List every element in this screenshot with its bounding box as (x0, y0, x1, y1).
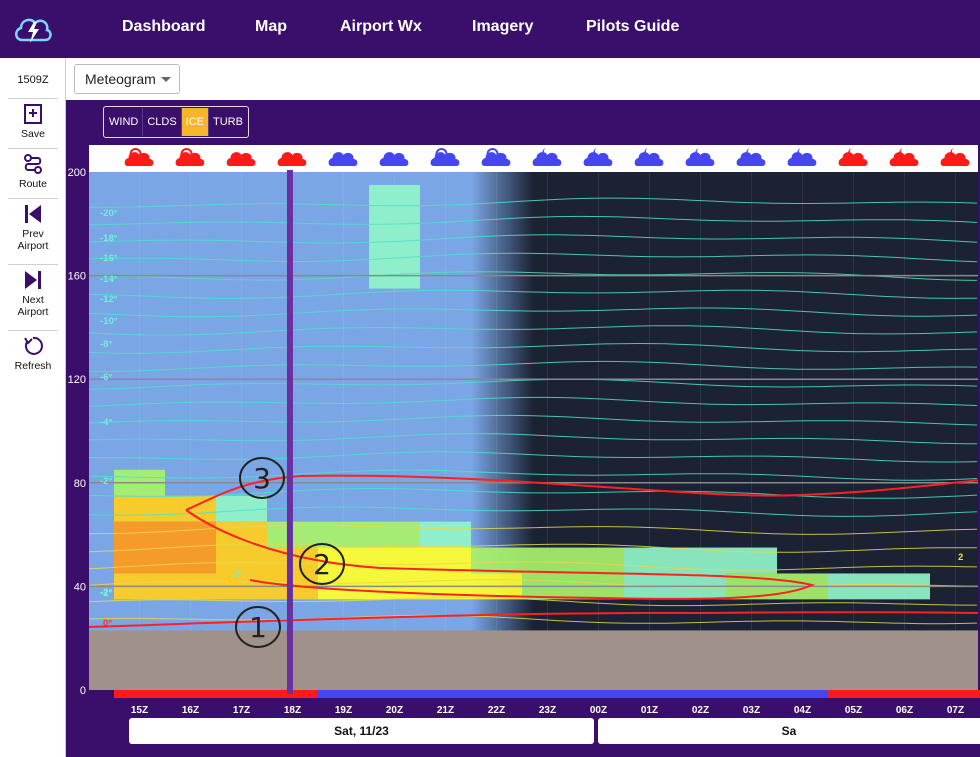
temperature-label: -4° (100, 417, 112, 428)
y-tick-label: 120 (68, 374, 86, 386)
temperature-label: 2 (958, 552, 963, 563)
icing-cell (114, 495, 165, 522)
time-tick-label: 01Z (641, 705, 658, 716)
time-tick-label: 23Z (539, 705, 556, 716)
time-tick-label: 15Z (131, 705, 148, 716)
icing-cell (471, 547, 522, 574)
time-tick-label: 02Z (692, 705, 709, 716)
time-tick-label: 00Z (590, 705, 607, 716)
temperature-label: -6° (100, 372, 112, 383)
icing-cell (522, 547, 573, 600)
time-tick-label: 17Z (233, 705, 250, 716)
time-tick-label: 18Z (284, 705, 301, 716)
icing-cell (675, 547, 726, 600)
icing-cell (369, 184, 420, 289)
date-label-next: Sa (598, 718, 980, 744)
time-tick-label: 03Z (743, 705, 760, 716)
temperature-label: -20° (100, 208, 118, 219)
time-cursor (286, 170, 293, 694)
time-tick-label: 07Z (947, 705, 964, 716)
y-tick-label: 200 (68, 167, 86, 179)
time-tick-label: 19Z (335, 705, 352, 716)
annotation-number: 2 (313, 548, 331, 581)
y-tick-label: 40 (74, 581, 86, 593)
temperature-label: -14° (100, 274, 118, 285)
y-tick-label: 0 (80, 685, 86, 697)
temperature-label: -8° (100, 339, 112, 350)
temperature-label: -2° (232, 570, 244, 581)
icing-cell (420, 521, 471, 548)
flight-category-segment (828, 690, 980, 698)
temperature-label: -2° (100, 588, 112, 599)
time-tick-label: 04Z (794, 705, 811, 716)
ground-area (89, 630, 978, 690)
layer-turb-button[interactable]: TURB (209, 108, 247, 136)
time-tick-label: 16Z (182, 705, 199, 716)
annotation-number: 3 (253, 462, 271, 495)
time-tick-label: 22Z (488, 705, 505, 716)
time-tick-label: 05Z (845, 705, 862, 716)
layer-ice-button[interactable]: ICE (181, 108, 210, 136)
icing-cell (369, 521, 420, 548)
temperature-label: -12° (100, 294, 118, 305)
layer-toggle-group: WIND CLDS ICE TURB (103, 106, 249, 138)
temperature-label: -18° (100, 233, 118, 244)
y-tick-label: 160 (68, 271, 86, 283)
y-tick-label: 80 (74, 478, 86, 490)
annotation-number: 1 (249, 611, 267, 644)
layer-wind-button[interactable]: WIND (105, 108, 144, 136)
time-tick-label: 20Z (386, 705, 403, 716)
time-tick-label: 21Z (437, 705, 454, 716)
temperature-label: -2° (100, 476, 112, 487)
flight-category-segment (318, 690, 828, 698)
date-label: Sat, 11/23 (129, 718, 594, 744)
icing-cell (420, 547, 471, 600)
icing-cell (216, 495, 267, 522)
temperature-label: -10° (100, 316, 118, 327)
temperature-label: -16° (100, 253, 118, 264)
layer-clouds-button[interactable]: CLDS (143, 108, 182, 136)
time-tick-label: 06Z (896, 705, 913, 716)
